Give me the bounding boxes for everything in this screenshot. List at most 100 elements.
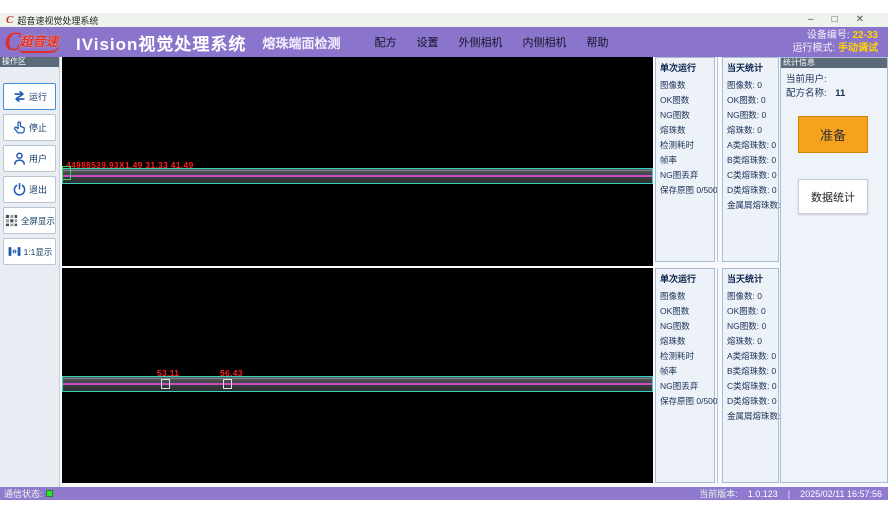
camera-viewports: 44988539.93X1.49 31.33 41.49 53.11 56.43 <box>62 57 653 483</box>
titlebar: C 超音速视觉处理系统 – □ ✕ <box>0 13 888 27</box>
stat-row: 帧率 <box>660 364 714 379</box>
stat-row: A类熔珠数: 0 <box>727 349 778 364</box>
datetime-value: 2025/02/11 16:57:56 <box>800 489 882 499</box>
stat-row: OK图数 <box>660 304 714 319</box>
app-header: C 超音速 IVision视觉处理系统 熔珠端面检测 配方设置外侧相机内侧相机帮… <box>0 27 888 57</box>
sync-icon <box>12 89 27 104</box>
user-icon <box>12 151 27 166</box>
exit-user-label: 用户 <box>29 152 47 165</box>
stop-button[interactable]: 停止 <box>3 114 56 141</box>
stat-row: NG图丢弃 <box>660 379 714 394</box>
operation-sidebar: 操作区 运行 停止 <box>0 57 60 487</box>
user-button[interactable]: 用户 <box>3 145 56 172</box>
panel-splitter[interactable] <box>717 57 718 262</box>
status-bar: 通信状态: 当前版本: 1.0.123 | 2025/02/11 16:57:5… <box>0 487 888 500</box>
device-number-label: 设备编号: <box>807 30 850 41</box>
stat-row: 图像数: 0 <box>727 78 778 93</box>
stat-row: 熔珠数 <box>660 123 714 138</box>
strip-detection-box <box>62 168 653 184</box>
stat-row: 检测耗时 <box>660 138 714 153</box>
close-button[interactable]: ✕ <box>856 13 864 27</box>
menu-item[interactable]: 内侧相机 <box>522 34 566 50</box>
version-label: 当前版本: <box>699 487 738 500</box>
stat-row: 熔珠数: 0 <box>727 123 778 138</box>
single-run-groupbox: 单次运行 图像数OK图数NG图数熔珠数检测耗时帧率NG图丢弃保存原图 0/500 <box>655 57 715 262</box>
one-to-one-icon <box>7 244 22 259</box>
strip-centerline <box>63 175 652 177</box>
stat-row: NG图数: 0 <box>727 319 778 334</box>
run-button-label: 运行 <box>29 90 47 103</box>
strip-detection-box <box>62 376 653 392</box>
menu-item[interactable]: 帮助 <box>586 34 608 50</box>
stat-row: NG图数: 0 <box>727 108 778 123</box>
run-mode-value: 手动调试 <box>838 43 878 54</box>
groupbox-title: 单次运行 <box>660 272 714 285</box>
stat-row: 帧率 <box>660 153 714 168</box>
sidebar-title: 操作区 <box>0 57 59 67</box>
app-logo-icon: C <box>6 15 13 26</box>
stat-row: C类熔珠数: 0 <box>727 379 778 394</box>
menu-item[interactable]: 配方 <box>374 34 396 50</box>
stats-section-top: 单次运行 图像数OK图数NG图数熔珠数检测耗时帧率NG图丢弃保存原图 0/500… <box>655 57 779 262</box>
minimize-button[interactable]: – <box>808 13 814 27</box>
data-statistics-button[interactable]: 数据统计 <box>798 179 868 214</box>
defect-marker-box <box>161 379 170 389</box>
stat-row: A类熔珠数: 0 <box>727 138 778 153</box>
menu-bar: 配方 设置 外侧相机 内侧相机 帮助 <box>374 34 608 50</box>
info-panel: 统计信息 当前用户: 配方名称: 11 准备 数据统计 <box>780 57 888 483</box>
stat-row: OK图数: 0 <box>727 304 778 319</box>
stat-row: 金属屑熔珠数: 0 <box>727 198 778 213</box>
stat-row: 图像数: 0 <box>727 289 778 304</box>
comm-status-led-icon <box>46 490 53 497</box>
groupbox-title: 当天统计 <box>727 61 778 74</box>
today-stats-groupbox: 当天统计 图像数: 0OK图数: 0NG图数: 0熔珠数: 0A类熔珠数: 0B… <box>722 268 779 483</box>
stat-row: B类熔珠数: 0 <box>727 153 778 168</box>
menu-item[interactable]: 外侧相机 <box>458 34 502 50</box>
exit-button[interactable]: 退出 <box>3 176 56 203</box>
stat-row: D类熔珠数: 0 <box>727 394 778 409</box>
stat-row: 保存原图 0/500 <box>660 394 714 409</box>
fullscreen-icon <box>4 213 19 228</box>
stat-row: B类熔珠数: 0 <box>727 364 778 379</box>
version-value: 1.0.123 <box>748 489 778 499</box>
recipe-name-label: 配方名称: <box>786 88 827 99</box>
power-icon <box>12 182 27 197</box>
inner-camera-viewport[interactable]: 53.11 56.43 <box>62 268 653 483</box>
stat-row: NG图数 <box>660 319 714 334</box>
outer-camera-viewport[interactable]: 44988539.93X1.49 31.33 41.49 <box>62 57 653 266</box>
stat-row: D类熔珠数: 0 <box>727 183 778 198</box>
groupbox-title: 当天统计 <box>727 272 778 285</box>
app-window: C 超音速视觉处理系统 – □ ✕ C 超音速 IVision视觉处理系统 熔珠… <box>0 0 888 522</box>
defect-marker-box <box>223 379 232 389</box>
stat-row: 熔珠数 <box>660 334 714 349</box>
stat-row: 金属屑熔珠数: 0 <box>727 409 778 424</box>
stat-row: OK图数: 0 <box>727 93 778 108</box>
run-button[interactable]: 运行 <box>3 83 56 110</box>
page-title: IVision视觉处理系统 <box>76 30 246 55</box>
one-to-one-button-label: 1:1显示 <box>24 246 53 258</box>
prepare-button[interactable]: 准备 <box>798 116 868 153</box>
fullscreen-button[interactable]: 全屏显示 <box>3 207 56 234</box>
stat-row: C类熔珠数: 0 <box>727 168 778 183</box>
brand-swoosh-icon: C <box>5 29 21 55</box>
fullscreen-button-label: 全屏显示 <box>21 215 55 227</box>
one-to-one-button[interactable]: 1:1显示 <box>3 238 56 265</box>
brand-name: 超音速 <box>19 31 60 53</box>
maximize-button[interactable]: □ <box>832 13 838 27</box>
stat-row: 图像数 <box>660 78 714 93</box>
exit-button-label: 退出 <box>29 183 47 196</box>
current-user-label: 当前用户: <box>786 74 827 85</box>
recipe-name-value: 11 <box>835 88 845 99</box>
defect-marker-box <box>62 166 71 180</box>
stat-row: 检测耗时 <box>660 349 714 364</box>
stat-row: OK图数 <box>660 93 714 108</box>
stat-row: 保存原图 0/500 <box>660 183 714 198</box>
device-number-value: 22-33 <box>852 30 878 41</box>
window-title: 超音速视觉处理系统 <box>17 14 98 27</box>
single-run-groupbox: 单次运行 图像数OK图数NG图数熔珠数检测耗时帧率NG图丢弃保存原图 0/500 <box>655 268 715 483</box>
stat-row: NG图丢弃 <box>660 168 714 183</box>
panel-splitter[interactable] <box>717 268 718 483</box>
menu-item[interactable]: 设置 <box>416 34 438 50</box>
stop-button-label: 停止 <box>29 121 47 134</box>
brand-logo: C 超音速 <box>4 29 76 55</box>
